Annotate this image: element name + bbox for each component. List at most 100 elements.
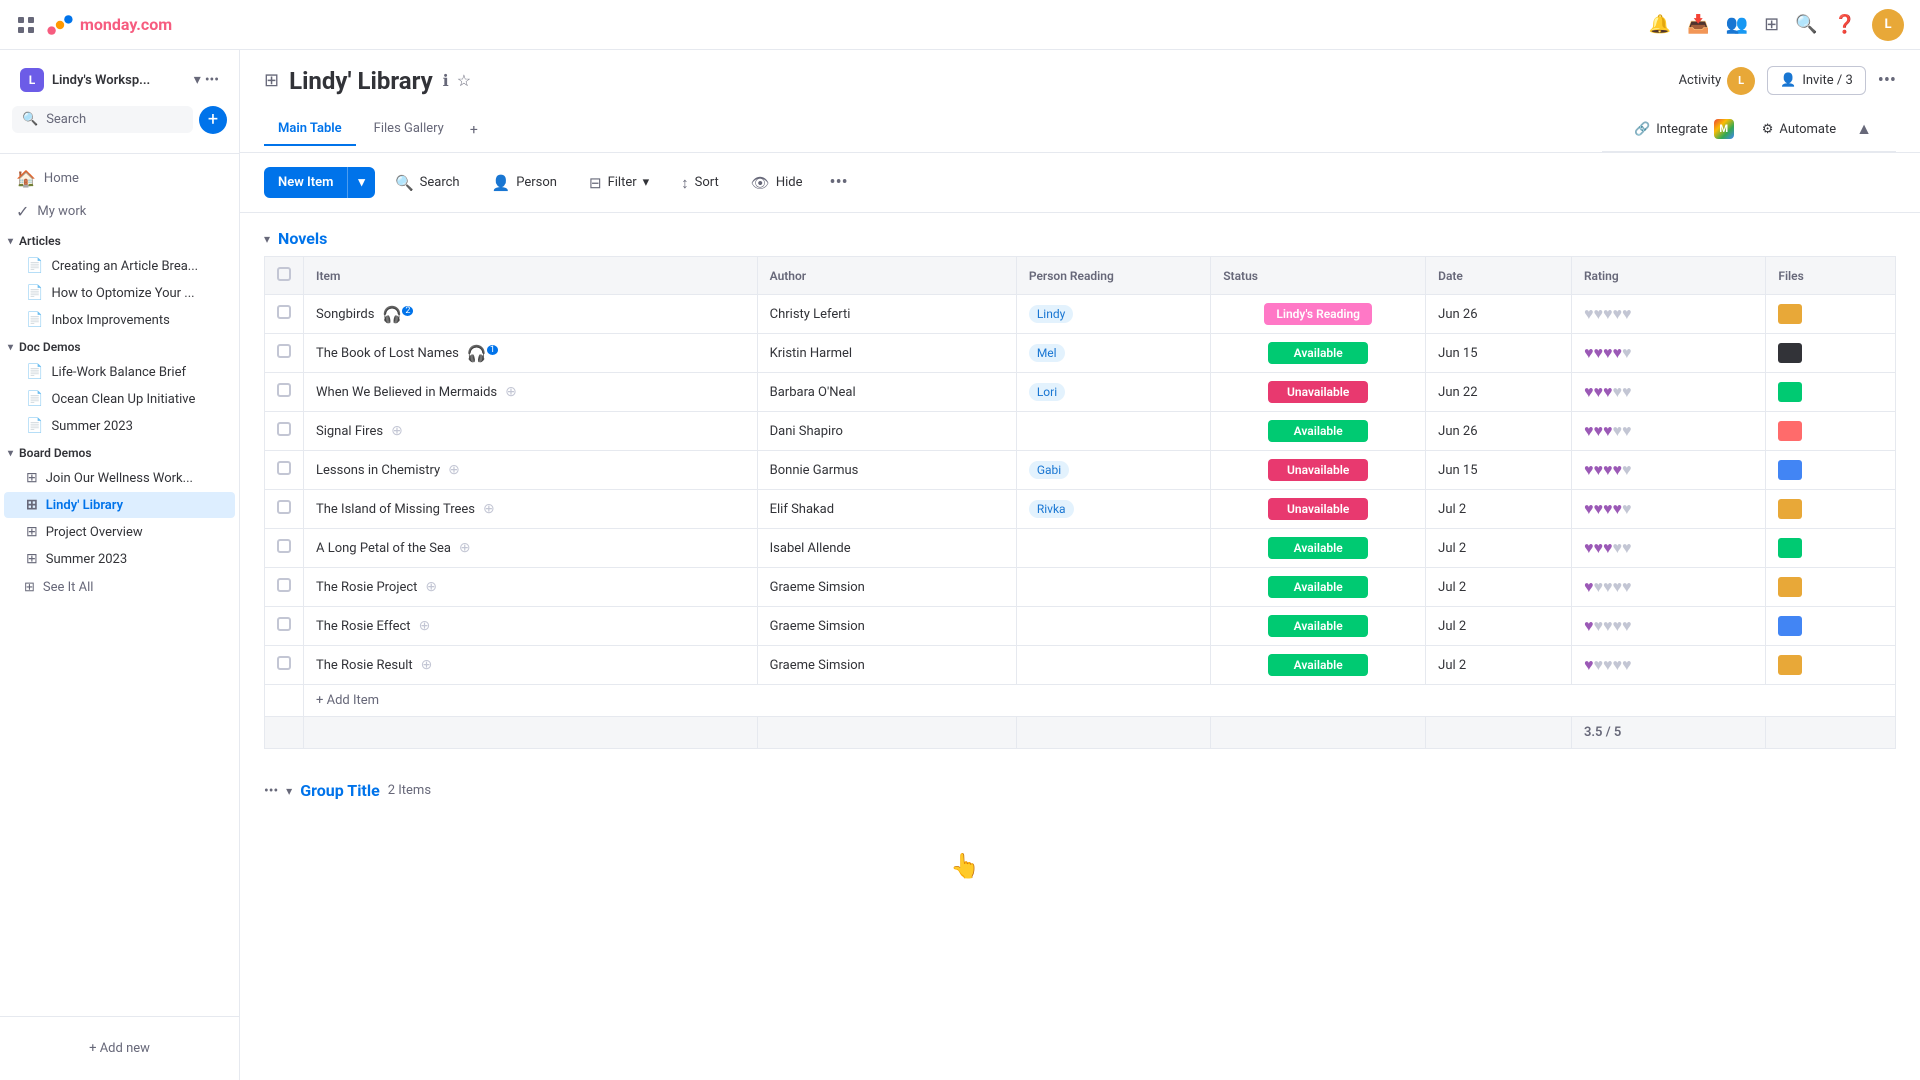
file-thumbnail[interactable]	[1778, 538, 1802, 558]
collapse-button[interactable]: ▲	[1856, 119, 1872, 139]
more-options-button[interactable]: •••	[1878, 70, 1896, 91]
add-item-row[interactable]: + Add Item	[265, 685, 1896, 717]
file-thumbnail[interactable]	[1778, 577, 1802, 597]
user-avatar[interactable]: L	[1872, 9, 1904, 41]
status-cell[interactable]: Lindy's Reading	[1211, 295, 1426, 334]
status-badge[interactable]: Unavailable	[1268, 459, 1368, 481]
status-badge[interactable]: Available	[1268, 576, 1368, 598]
rating-cell[interactable]: ♥♥♥♥♥	[1571, 568, 1765, 607]
star-filled[interactable]: ♥	[1612, 499, 1622, 518]
files-cell[interactable]	[1766, 529, 1896, 568]
sort-button[interactable]: ↕ Sort	[669, 167, 731, 199]
star-filled[interactable]: ♥	[1603, 421, 1613, 440]
row-checkbox[interactable]	[277, 344, 291, 358]
status-badge[interactable]: Lindy's Reading	[1264, 303, 1372, 325]
inbox-icon[interactable]: 📥	[1687, 14, 1709, 35]
files-cell[interactable]	[1766, 646, 1896, 685]
status-badge[interactable]: Available	[1268, 420, 1368, 442]
rating-cell[interactable]: ♥♥♥♥♥	[1571, 334, 1765, 373]
row-checkbox[interactable]	[277, 656, 291, 670]
status-cell[interactable]: Available	[1211, 334, 1426, 373]
star-filled[interactable]: ♥	[1584, 499, 1594, 518]
sidebar-item-article2[interactable]: 📄 How to Optomize Your ...	[4, 280, 235, 306]
add-person-icon[interactable]: ⊕	[505, 384, 517, 400]
sidebar-item-summer2023b[interactable]: ⊞ Summer 2023	[4, 546, 235, 572]
audio-icon[interactable]: 🎧1	[467, 344, 498, 363]
people-icon[interactable]: 👥	[1726, 14, 1748, 35]
automate-button[interactable]: ⚙ Automate	[1754, 118, 1844, 141]
rating-cell[interactable]: ♥♥♥♥♥	[1571, 373, 1765, 412]
status-badge[interactable]: Unavailable	[1268, 381, 1368, 403]
status-cell[interactable]: Available	[1211, 646, 1426, 685]
new-item-label[interactable]: New Item	[264, 167, 347, 198]
status-badge[interactable]: Available	[1268, 654, 1368, 676]
add-person-icon[interactable]: ⊕	[483, 501, 495, 517]
section-docdemos[interactable]: ▾ Doc Demos	[0, 334, 239, 358]
workspace-row[interactable]: L Lindy's Worksp... ▾ •••	[12, 62, 227, 98]
row-checkbox[interactable]	[277, 461, 291, 475]
star-empty[interactable]: ♥	[1622, 499, 1632, 518]
apps-icon[interactable]: ⊞	[1764, 14, 1779, 35]
star-filled[interactable]: ♥	[1593, 421, 1603, 440]
star-filled[interactable]: ♥	[1584, 577, 1594, 596]
star-empty[interactable]: ♥	[1593, 304, 1603, 323]
rating-cell[interactable]: ♥♥♥♥♥	[1571, 451, 1765, 490]
row-checkbox[interactable]	[277, 539, 291, 553]
star-filled[interactable]: ♥	[1593, 499, 1603, 518]
star-empty[interactable]: ♥	[1622, 616, 1632, 635]
file-thumbnail[interactable]	[1778, 421, 1802, 441]
files-cell[interactable]	[1766, 607, 1896, 646]
section-boarddemos[interactable]: ▾ Board Demos	[0, 440, 239, 464]
toolbar-more-button[interactable]: •••	[823, 165, 855, 200]
info-icon[interactable]: ℹ	[443, 71, 449, 90]
status-badge[interactable]: Available	[1268, 615, 1368, 637]
sidebar-item-article1[interactable]: 📄 Creating an Article Brea...	[4, 253, 235, 279]
star-empty[interactable]: ♥	[1622, 421, 1632, 440]
files-cell[interactable]	[1766, 568, 1896, 607]
rating-cell[interactable]: ♥♥♥♥♥	[1571, 646, 1765, 685]
star-empty[interactable]: ♥	[1622, 577, 1632, 596]
add-person-icon[interactable]: ⊕	[419, 618, 431, 634]
star-empty[interactable]: ♥	[1612, 577, 1622, 596]
file-thumbnail[interactable]	[1778, 655, 1802, 675]
star-empty[interactable]: ♥	[1612, 382, 1622, 401]
star-filled[interactable]: ♥	[1593, 460, 1603, 479]
star-empty[interactable]: ♥	[1603, 655, 1613, 674]
star-filled[interactable]: ♥	[1593, 538, 1603, 557]
file-thumbnail[interactable]	[1778, 382, 1802, 402]
star-filled[interactable]: ♥	[1584, 538, 1594, 557]
search-icon[interactable]: 🔍	[1795, 14, 1817, 35]
file-thumbnail[interactable]	[1778, 499, 1802, 519]
integrate-button[interactable]: 🔗 Integrate M	[1626, 115, 1742, 143]
star-filled[interactable]: ♥	[1603, 538, 1613, 557]
add-person-icon[interactable]: ⊕	[391, 423, 403, 439]
star-filled[interactable]: ♥	[1603, 499, 1613, 518]
star-empty[interactable]: ♥	[1622, 343, 1632, 362]
star-empty[interactable]: ♥	[1612, 421, 1622, 440]
star-empty[interactable]: ♥	[1593, 577, 1603, 596]
status-cell[interactable]: Available	[1211, 412, 1426, 451]
sidebar-item-mywork[interactable]: ✓ My work	[0, 195, 239, 228]
bell-icon[interactable]: 🔔	[1649, 14, 1671, 35]
file-thumbnail[interactable]	[1778, 304, 1802, 324]
status-badge[interactable]: Available	[1268, 537, 1368, 559]
more-icon[interactable]: •••	[205, 72, 219, 88]
status-badge[interactable]: Unavailable	[1268, 498, 1368, 520]
status-cell[interactable]: Unavailable	[1211, 451, 1426, 490]
filter-button[interactable]: ⊟ Filter ▾	[577, 167, 661, 199]
star-filled[interactable]: ♥	[1584, 343, 1594, 362]
help-icon[interactable]: ❓	[1834, 14, 1856, 35]
sidebar-item-article3[interactable]: 📄 Inbox Improvements	[4, 307, 235, 333]
tab-maintable[interactable]: Main Table	[264, 113, 356, 146]
sidebar-item-wellness[interactable]: ⊞ Join Our Wellness Work...	[4, 465, 235, 491]
star-empty[interactable]: ♥	[1612, 655, 1622, 674]
app-logo[interactable]: monday.com	[46, 11, 172, 39]
status-cell[interactable]: Available	[1211, 568, 1426, 607]
tab-filesgallery[interactable]: Files Gallery	[360, 113, 458, 146]
activity-button[interactable]: Activity L	[1679, 67, 1756, 95]
rating-cell[interactable]: ♥♥♥♥♥	[1571, 295, 1765, 334]
star-filled[interactable]: ♥	[1584, 616, 1594, 635]
chevron-down-icon[interactable]: ▾	[194, 72, 201, 88]
star-empty[interactable]: ♥	[1612, 538, 1622, 557]
group2-toggle[interactable]: ▾	[286, 784, 292, 798]
